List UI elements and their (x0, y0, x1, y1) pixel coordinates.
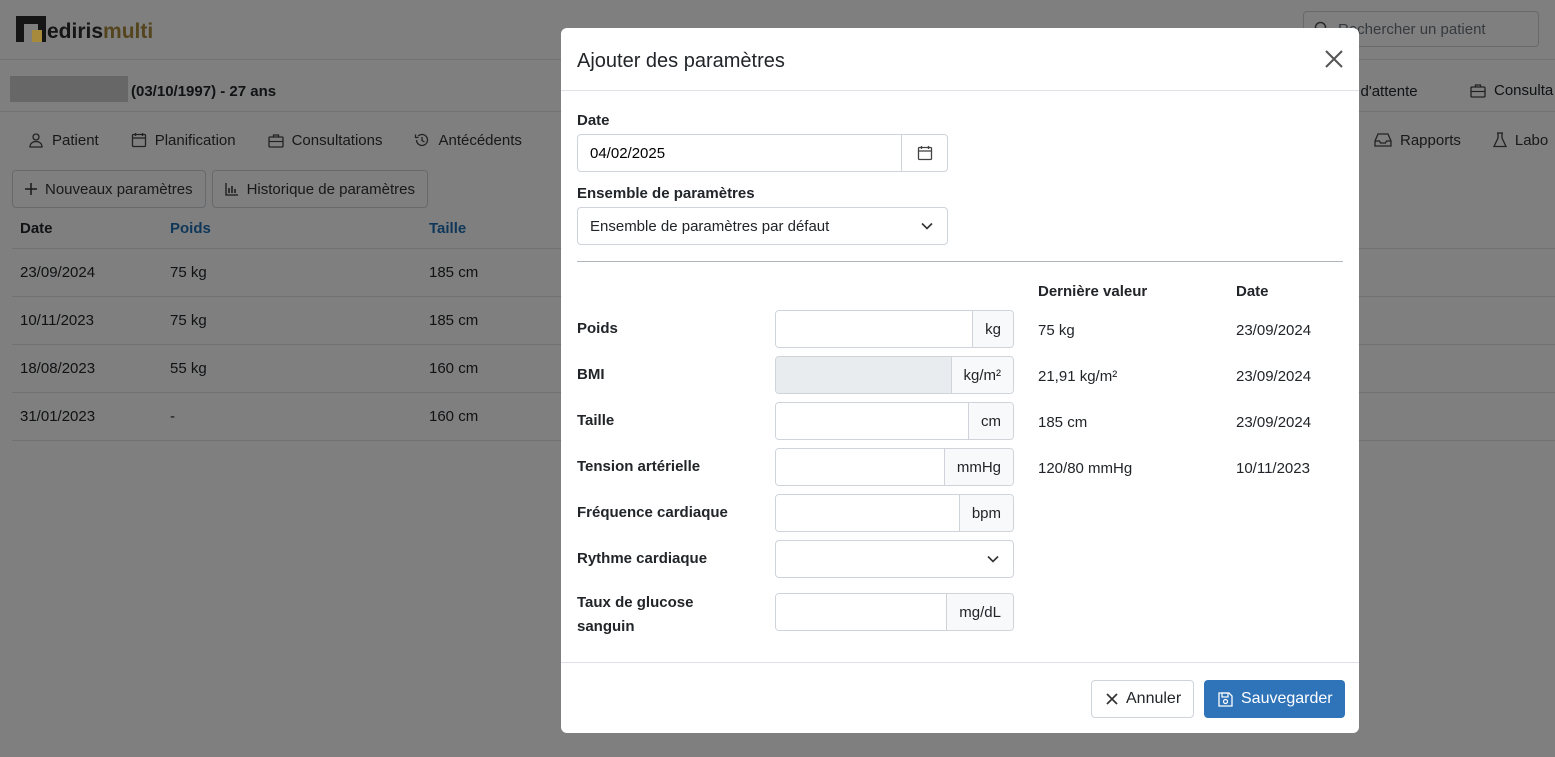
add-params-modal: Ajouter des paramètres Date Ensemble de … (561, 28, 1359, 733)
chevron-down-icon (987, 555, 999, 563)
modal-header: Ajouter des paramètres (561, 28, 1359, 91)
param-label-poids: Poids (577, 320, 618, 337)
frequence-input[interactable] (776, 495, 959, 531)
unit-mg-dl: mg/dL (946, 594, 1013, 630)
col-last-date: Date (1236, 283, 1269, 300)
bmi-input (776, 357, 951, 393)
date-input-group (577, 134, 948, 172)
bmi-input-group: kg/m² (775, 356, 1014, 394)
last-value-taille: 185 cm (1038, 414, 1088, 431)
unit-kg: kg (972, 311, 1013, 347)
date-input[interactable] (578, 135, 901, 171)
save-button[interactable]: Sauvegarder (1204, 680, 1345, 718)
tension-input[interactable] (776, 449, 944, 485)
date-picker-button[interactable] (901, 135, 947, 171)
last-date-poids: 23/09/2024 (1236, 322, 1312, 339)
last-date-tension: 10/11/2023 (1236, 460, 1310, 477)
calendar-icon (917, 146, 932, 161)
cancel-button[interactable]: Annuler (1091, 680, 1195, 718)
modal-footer: Annuler Sauvegarder (561, 662, 1359, 733)
param-set-value: Ensemble de paramètres par défaut (590, 217, 830, 235)
param-label-taille: Taille (577, 412, 615, 429)
unit-kg-m2: kg/m² (950, 357, 1013, 393)
poids-input[interactable] (776, 311, 973, 347)
unit-cm: cm (968, 403, 1013, 439)
glucose-input[interactable] (776, 594, 947, 630)
divider (577, 261, 1343, 262)
unit-mmhg: mmHg (943, 449, 1013, 485)
save-icon (1218, 691, 1233, 707)
unit-bpm: bpm (958, 495, 1013, 531)
param-label-glucose-line1: Taux de glucose (577, 594, 694, 611)
last-value-bmi: 21,91 kg/m² (1038, 368, 1118, 385)
close-icon[interactable] (1323, 48, 1345, 70)
param-label-frequence: Fréquence cardiaque (577, 504, 728, 521)
cancel-label: Annuler (1126, 690, 1182, 707)
last-date-bmi: 23/09/2024 (1236, 368, 1312, 385)
rythme-select[interactable] (775, 540, 1014, 578)
param-set-select[interactable]: Ensemble de paramètres par défaut (577, 207, 948, 245)
save-label: Sauvegarder (1241, 690, 1333, 707)
modal-title: Ajouter des paramètres (577, 50, 785, 72)
date-label: Date (577, 112, 610, 129)
glucose-input-group: mg/dL (775, 593, 1014, 631)
last-value-poids: 75 kg (1038, 322, 1075, 339)
param-label-glucose: Taux de glucose sanguin (577, 591, 693, 639)
last-date-taille: 23/09/2024 (1236, 414, 1312, 431)
tension-input-group: mmHg (775, 448, 1014, 486)
param-set-label: Ensemble de paramètres (577, 185, 755, 202)
param-label-rythme: Rythme cardiaque (577, 550, 708, 567)
taille-input-group: cm (775, 402, 1014, 440)
param-label-glucose-line2: sanguin (577, 618, 635, 635)
last-value-tension: 120/80 mmHg (1038, 460, 1133, 477)
param-label-tension: Tension artérielle (577, 458, 701, 475)
param-label-bmi: BMI (577, 366, 605, 383)
chevron-down-icon (921, 222, 933, 230)
close-icon (1106, 693, 1118, 705)
col-last-value: Dernière valeur (1038, 283, 1148, 300)
taille-input[interactable] (776, 403, 968, 439)
poids-input-group: kg (775, 310, 1014, 348)
frequence-input-group: bpm (775, 494, 1014, 532)
